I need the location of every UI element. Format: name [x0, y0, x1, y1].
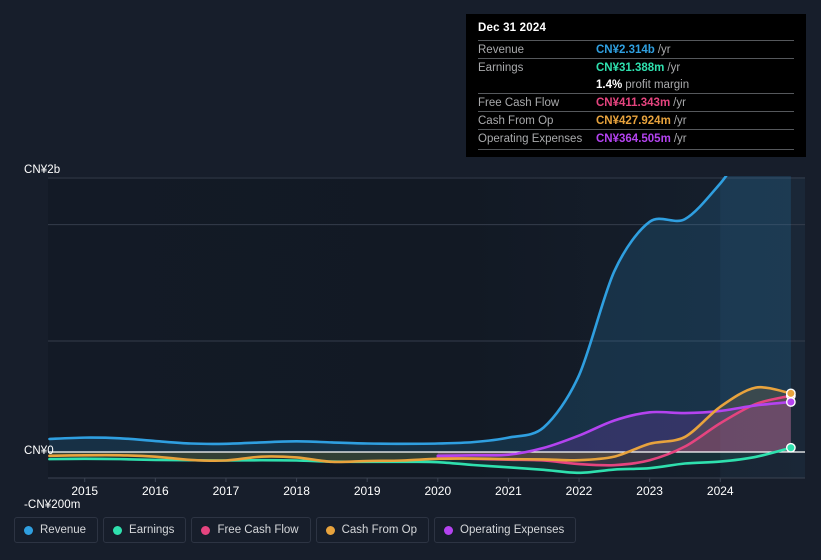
- tooltip-metric-value: CN¥2.314b/yr: [596, 44, 671, 56]
- tooltip-bottom-divider: [478, 149, 794, 150]
- x-axis-tick-label: 2020: [424, 484, 452, 498]
- legend-item-earnings[interactable]: Earnings: [103, 517, 187, 543]
- tooltip-metric-row: Free Cash Flow CN¥411.343m/yr: [478, 93, 794, 111]
- tooltip-metric-row: Cash From Op CN¥427.924m/yr: [478, 111, 794, 129]
- legend-item-operating-expenses[interactable]: Operating Expenses: [434, 517, 577, 543]
- tooltip-date: Dec 31 2024: [478, 22, 547, 34]
- y-axis-tick-label: CN¥2b: [24, 164, 61, 176]
- legend-item-label: Revenue: [40, 524, 87, 536]
- chart-legend[interactable]: Revenue Earnings Free Cash Flow Cash From O…: [14, 517, 577, 543]
- data-tooltip: Dec 31 2024 Revenue CN¥2.314b/yr Earnings C…: [466, 14, 806, 157]
- tooltip-metric-label: Operating Expenses: [478, 133, 583, 145]
- y-axis-tick-label: CN¥0: [24, 445, 54, 457]
- x-axis-tick-label: 2022: [565, 484, 593, 498]
- legend-item-cash-from-op[interactable]: Cash From Op: [315, 517, 430, 543]
- x-axis-tick-label: 2024: [706, 484, 734, 498]
- legend-item-label: Operating Expenses: [460, 524, 565, 536]
- legend-item-revenue[interactable]: Revenue: [14, 517, 99, 543]
- legend-color-dot-icon: [201, 525, 211, 535]
- x-axis-tick-label: 2015: [71, 484, 99, 498]
- tooltip-metric-label: Revenue: [478, 44, 525, 56]
- x-axis-tick-label: 2021: [495, 484, 522, 498]
- x-axis-tick-label: 2017: [212, 484, 240, 498]
- x-axis-tick-label: 2023: [636, 484, 663, 498]
- endpoint-marker-earnings: [785, 442, 796, 453]
- tooltip-metric-label: Earnings: [478, 62, 524, 74]
- legend-color-dot-icon: [444, 525, 454, 535]
- legend-item-label: Free Cash Flow: [217, 524, 299, 536]
- tooltip-metric-label: Free Cash Flow: [478, 97, 560, 109]
- x-axis-tick-label: 2018: [283, 484, 310, 498]
- tooltip-metric-value: CN¥31.388m/yr: [596, 62, 681, 74]
- legend-color-dot-icon: [113, 525, 123, 535]
- tooltip-metric-label: Cash From Op: [478, 115, 554, 127]
- legend-color-dot-icon: [24, 525, 33, 535]
- y-axis-tick-label: -CN¥200m: [24, 499, 81, 512]
- tooltip-metric-value: CN¥427.924m/yr: [596, 115, 687, 127]
- legend-color-dot-icon: [325, 525, 335, 535]
- endpoint-marker-cash-from-op: [785, 388, 796, 399]
- tooltip-rows: Revenue CN¥2.314b/yr Earnings CN¥31.388m/yr…: [478, 40, 794, 147]
- tooltip-metric-row: Earnings CN¥31.388m/yr: [478, 58, 794, 76]
- tooltip-metric-row: Operating Expenses CN¥364.505m/yr: [478, 129, 794, 147]
- legend-item-label: Cash From Op: [341, 524, 418, 536]
- tooltip-metric-row: 1.4% profit margin: [478, 76, 794, 93]
- legend-item-free-cash-flow[interactable]: Free Cash Flow: [191, 517, 311, 543]
- tooltip-metric-value: 1.4% profit margin: [596, 79, 690, 91]
- tooltip-metric-value: CN¥364.505m/yr: [596, 133, 687, 145]
- financial-chart-widget: CN¥2b CN¥0 -CN¥200m 2015 2016 2017 2018 2019 20…: [0, 0, 821, 560]
- legend-item-label: Earnings: [129, 524, 175, 536]
- x-axis-tick-label: 2019: [353, 484, 381, 498]
- endpoint-marker-operating-expenses: [785, 397, 796, 407]
- x-axis-tick-label: 2016: [141, 484, 169, 498]
- tooltip-metric-row: Revenue CN¥2.314b/yr: [478, 40, 794, 58]
- tooltip-metric-value: CN¥411.343m/yr: [596, 97, 686, 109]
